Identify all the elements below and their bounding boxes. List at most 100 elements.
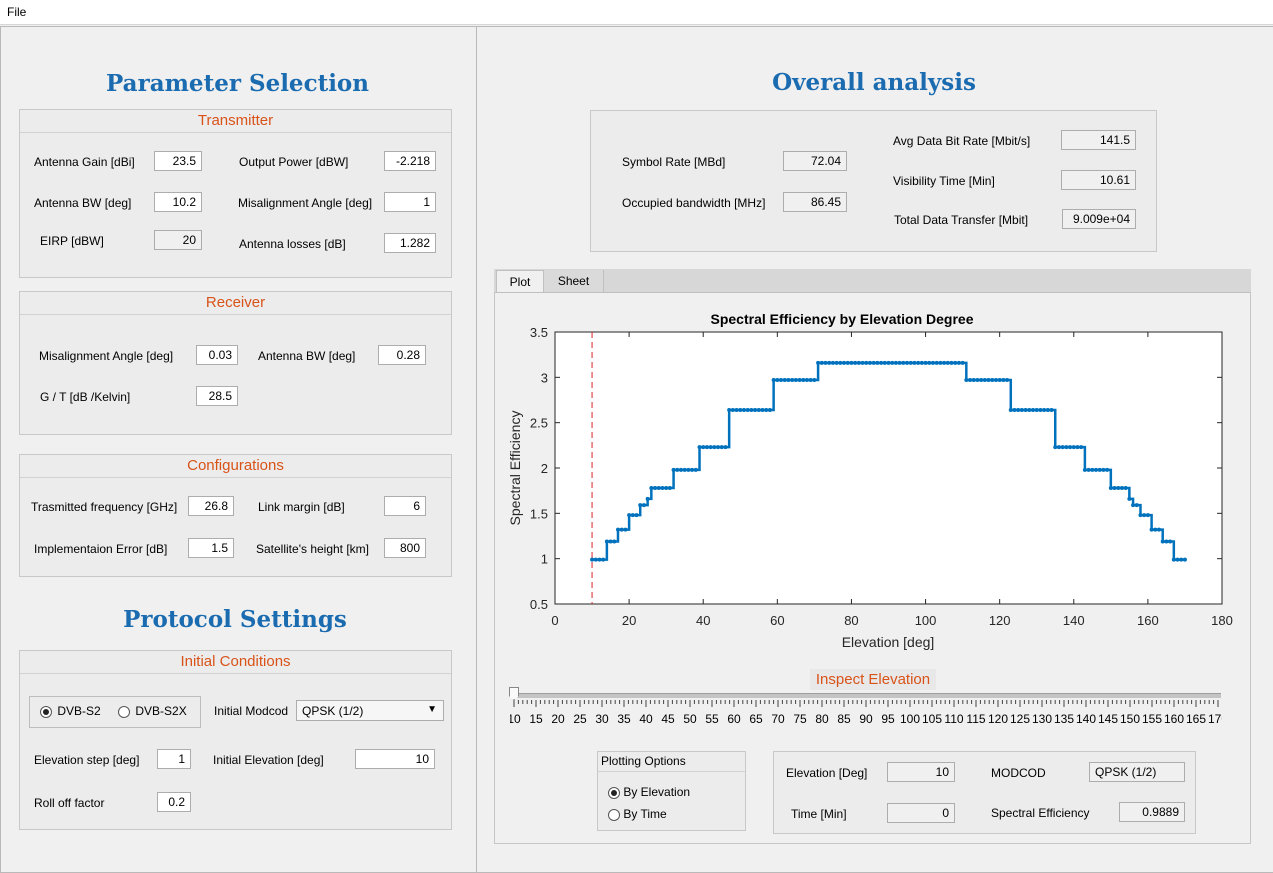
impl-error-field[interactable]: 1.5 xyxy=(188,538,234,558)
data-point xyxy=(671,467,676,472)
data-point xyxy=(986,378,991,383)
eirp-label: EIRP [dBW] xyxy=(40,234,104,248)
avg-rate-field: 141.5 xyxy=(1061,130,1136,150)
data-point xyxy=(886,360,891,365)
by-time-radio[interactable]: By Time xyxy=(608,807,667,821)
antenna-losses-field[interactable]: 1.282 xyxy=(384,233,436,253)
slider-tick-label: 150 xyxy=(1120,712,1140,726)
initial-modcod-dropdown[interactable]: QPSK (1/2) ▼ xyxy=(296,700,444,721)
data-point xyxy=(1112,485,1117,490)
data-point xyxy=(590,557,595,562)
gt-field[interactable]: 28.5 xyxy=(196,386,238,406)
x-tick-label: 100 xyxy=(915,613,937,628)
data-point xyxy=(716,445,721,450)
data-point xyxy=(693,467,698,472)
data-point xyxy=(812,378,817,383)
dvbs2x-radio[interactable]: DVB-S2X xyxy=(118,704,187,718)
by-elevation-radio[interactable]: By Elevation xyxy=(608,785,690,799)
dvbs2-radio[interactable]: DVB-S2 xyxy=(40,704,101,718)
data-point xyxy=(1145,513,1150,518)
data-point xyxy=(1042,407,1047,412)
data-point xyxy=(1157,527,1162,532)
slider-tick-label: 65 xyxy=(749,712,763,726)
data-point xyxy=(1142,513,1147,518)
init-elev-field[interactable]: 10 xyxy=(355,749,435,769)
rx-misalignment-label: Misalignment Angle [deg] xyxy=(39,349,174,363)
by-time-radio-button[interactable] xyxy=(608,808,620,821)
data-point xyxy=(604,539,609,544)
data-point xyxy=(804,378,809,383)
link-margin-field[interactable]: 6 xyxy=(384,496,426,516)
occupied-bw-label: Occupied bandwidth [MHz] xyxy=(622,196,766,210)
data-point xyxy=(1056,445,1061,450)
data-point xyxy=(797,378,802,383)
antenna-gain-field[interactable]: 23.5 xyxy=(154,151,202,171)
antenna-bw-field[interactable]: 10.2 xyxy=(154,192,202,212)
y-tick-label: 3.5 xyxy=(530,325,548,340)
slider-tick-label: 125 xyxy=(1010,712,1030,726)
chart-title: Spectral Efficiency by Elevation Degree xyxy=(711,311,974,327)
data-point xyxy=(949,360,954,365)
slider-tick-label: 110 xyxy=(944,712,963,726)
by-elevation-radio-button[interactable] xyxy=(608,786,620,799)
slider-tick-label: 90 xyxy=(859,712,873,726)
rx-antenna-bw-field[interactable]: 0.28 xyxy=(378,345,426,365)
occupied-bw-field: 86.45 xyxy=(783,192,847,212)
slider-tick-label: 60 xyxy=(727,712,741,726)
data-point xyxy=(808,378,813,383)
dvbs2-radio-button[interactable] xyxy=(40,705,52,718)
data-point xyxy=(1138,513,1143,518)
data-point xyxy=(1164,539,1169,544)
sat-height-field[interactable]: 800 xyxy=(384,538,426,558)
readout-modcod-label: MODCOD xyxy=(991,766,1046,780)
rolloff-field[interactable]: 0.2 xyxy=(157,792,191,812)
data-point xyxy=(845,360,850,365)
data-point xyxy=(879,360,884,365)
data-point xyxy=(1171,557,1176,562)
elevation-slider[interactable]: 10 15 20 25 30 35 40 45 50 55 60 65 70 75 80 85 90 95 100 1… xyxy=(509,686,1222,726)
data-point xyxy=(934,360,939,365)
data-point xyxy=(1008,407,1013,412)
data-point xyxy=(905,360,910,365)
data-point xyxy=(1134,503,1139,508)
misalignment-angle-field[interactable]: 1 xyxy=(384,192,436,212)
y-axis-label: Spectral Efficiency xyxy=(507,411,523,526)
dvbs2x-radio-button[interactable] xyxy=(118,705,130,718)
slider-tick-label: 15 xyxy=(529,712,543,726)
data-point xyxy=(1012,407,1017,412)
elev-step-field[interactable]: 1 xyxy=(157,749,191,769)
readout-time-field: 0 xyxy=(887,803,955,823)
slider-tick-label: 20 xyxy=(551,712,565,726)
data-point xyxy=(827,360,832,365)
tab-plot[interactable]: Plot xyxy=(496,270,544,292)
data-point xyxy=(1090,467,1095,472)
menu-file[interactable]: File xyxy=(7,5,26,19)
configurations-title: Configurations xyxy=(20,455,451,478)
data-point xyxy=(1105,467,1110,472)
freq-field[interactable]: 26.8 xyxy=(188,496,234,516)
y-tick-label: 1 xyxy=(541,552,548,567)
protocol-settings-title: Protocol Settings xyxy=(123,606,347,633)
data-point xyxy=(1101,467,1106,472)
data-point xyxy=(641,503,646,508)
output-power-field[interactable]: -2.218 xyxy=(384,151,436,171)
impl-error-label: Implementaion Error [dB] xyxy=(34,542,168,556)
elev-step-label: Elevation step [deg] xyxy=(34,753,140,767)
by-elevation-label: By Elevation xyxy=(623,785,691,799)
total-field: 9.009e+04 xyxy=(1062,209,1136,229)
sat-height-label: Satellite's height [km] xyxy=(256,542,370,556)
data-point xyxy=(801,378,806,383)
data-point xyxy=(997,378,1002,383)
transmitter-title: Transmitter xyxy=(20,110,451,133)
data-point xyxy=(649,485,654,490)
rx-misalignment-field[interactable]: 0.03 xyxy=(196,345,238,365)
slider-tick-label: 95 xyxy=(881,712,895,726)
slider-thumb[interactable] xyxy=(509,687,519,700)
tab-sheet[interactable]: Sheet xyxy=(544,270,604,292)
data-point xyxy=(830,360,835,365)
data-point xyxy=(1053,445,1058,450)
data-point xyxy=(1131,503,1136,508)
data-point xyxy=(1005,378,1010,383)
data-point xyxy=(771,378,776,383)
visibility-field: 10.61 xyxy=(1061,170,1136,190)
